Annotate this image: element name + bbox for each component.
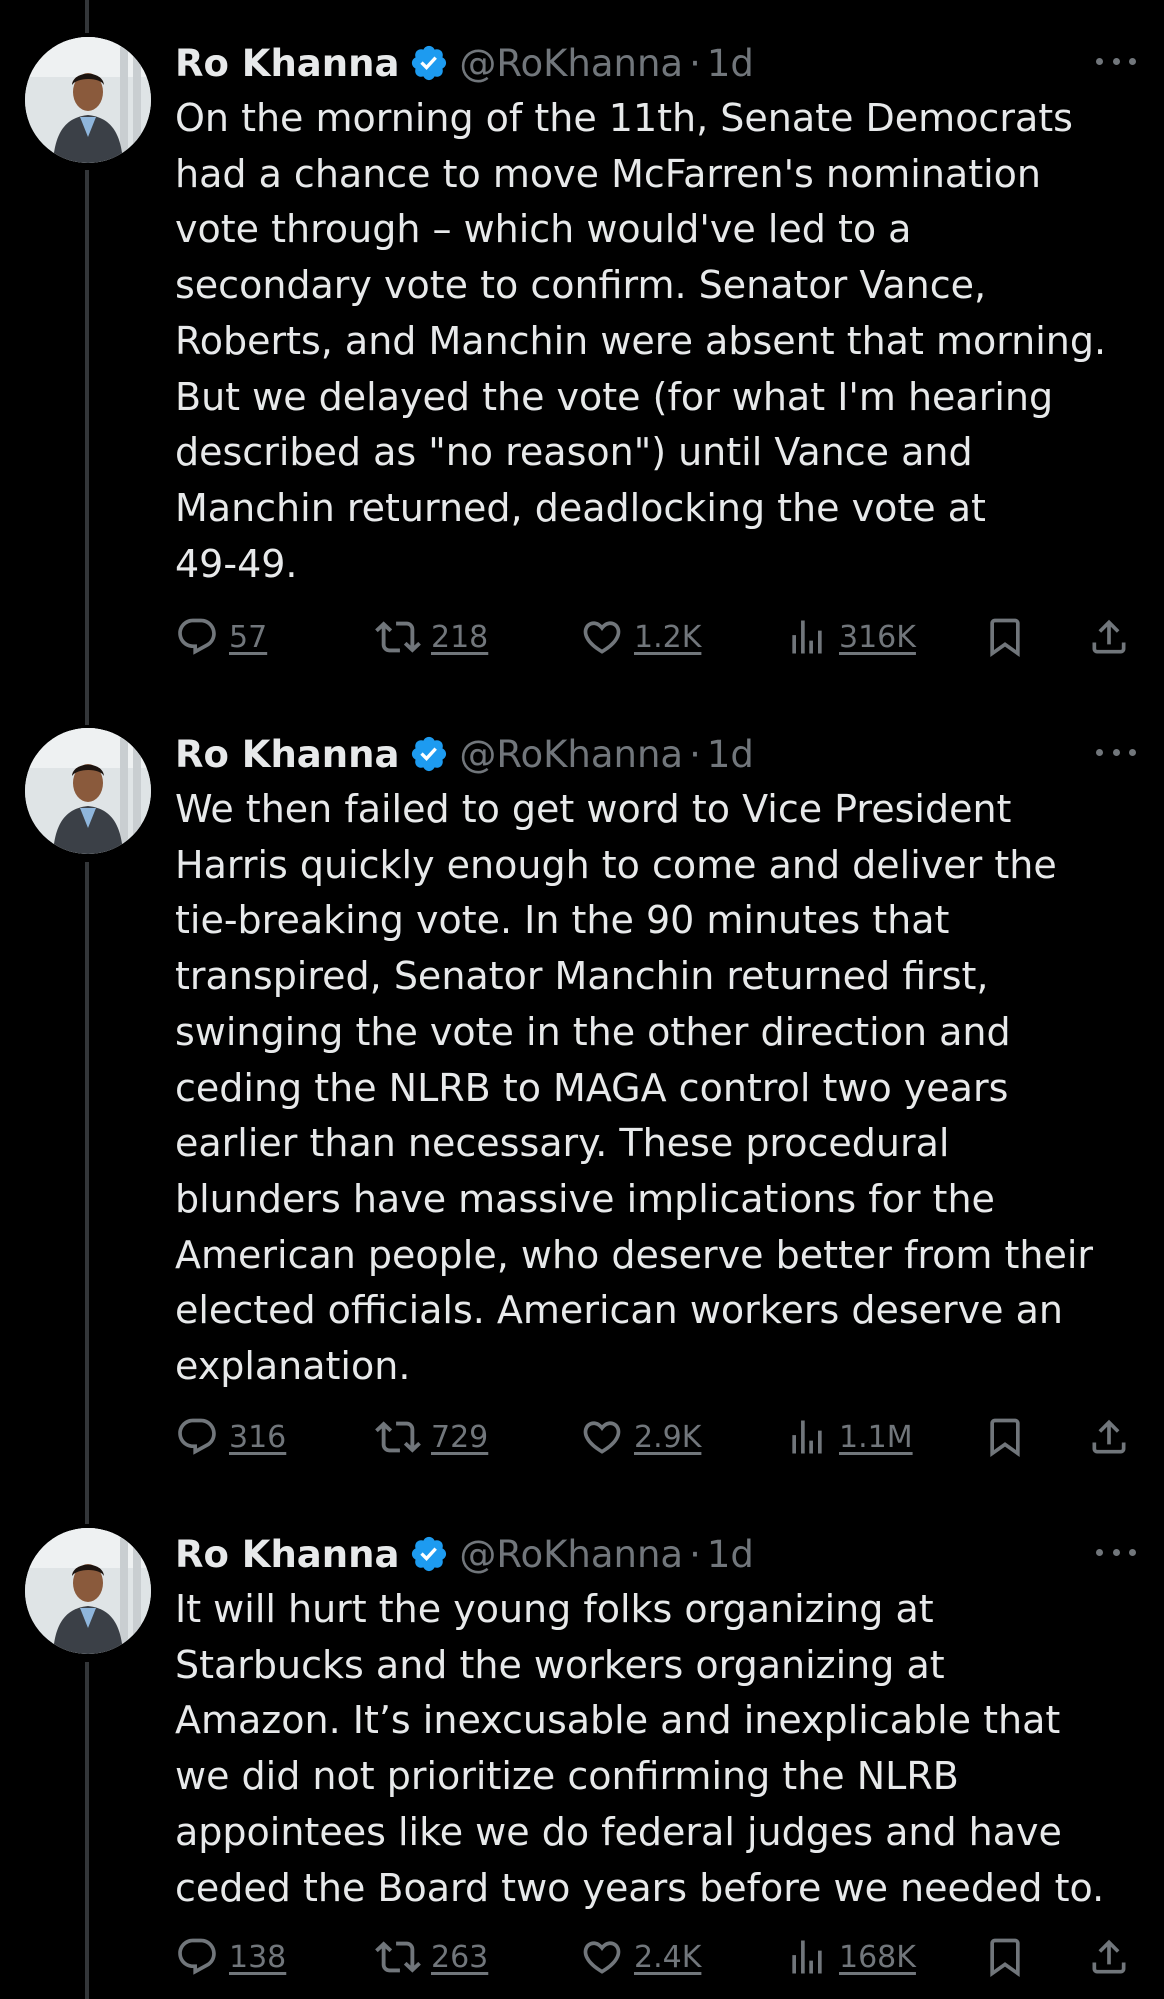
reply-button[interactable]: 316 xyxy=(175,1412,286,1462)
like-count: 2.9K xyxy=(634,1419,702,1455)
bookmark-button[interactable] xyxy=(983,1932,1027,1982)
separator-dot: · xyxy=(689,41,701,85)
share-icon xyxy=(1092,1419,1126,1454)
verified-badge-icon xyxy=(409,43,449,83)
repost-count: 218 xyxy=(431,619,489,655)
reply-button[interactable]: 138 xyxy=(175,1932,286,1982)
heart-icon xyxy=(583,1421,621,1454)
share-icon xyxy=(1092,1939,1126,1974)
timestamp[interactable]: 1d xyxy=(707,1533,754,1576)
separator-dot: · xyxy=(689,1532,701,1576)
author-handle[interactable]: @RoKhanna xyxy=(459,1533,683,1576)
more-icon[interactable] xyxy=(1096,1542,1136,1562)
views-icon xyxy=(792,620,822,654)
author-handle[interactable]: @RoKhanna xyxy=(459,42,683,85)
author-name[interactable]: Ro Khanna xyxy=(175,1533,399,1576)
repost-count: 729 xyxy=(431,1419,489,1455)
reply-button[interactable]: 57 xyxy=(175,612,267,662)
verified-badge-icon xyxy=(409,1534,449,1574)
view-count: 168K xyxy=(839,1939,916,1975)
repost-icon xyxy=(375,1941,421,1973)
bookmark-button[interactable] xyxy=(983,612,1027,662)
action-bar: 57 218 1.2K 316K xyxy=(175,612,1135,662)
avatar[interactable] xyxy=(25,1528,151,1654)
repost-count: 263 xyxy=(431,1939,489,1975)
timestamp[interactable]: 1d xyxy=(707,733,754,776)
like-button[interactable]: 2.4K xyxy=(580,1932,701,1982)
bookmark-icon xyxy=(990,618,1020,658)
bookmark-button[interactable] xyxy=(983,1412,1027,1462)
reply-icon xyxy=(178,1938,216,1975)
tweet-text: On the morning of the 11th, Senate Democ… xyxy=(175,96,1107,586)
share-button[interactable] xyxy=(1087,1932,1131,1982)
tweet-text: We then failed to get word to Vice Presi… xyxy=(175,787,1094,1389)
views-icon xyxy=(792,1420,822,1454)
reply-count: 138 xyxy=(229,1939,287,1975)
share-button[interactable] xyxy=(1087,1412,1131,1462)
action-bar: 316 729 2.9K 1.1M xyxy=(175,1412,1135,1462)
repost-icon xyxy=(375,621,421,653)
author-name[interactable]: Ro Khanna xyxy=(175,42,399,85)
more-icon[interactable] xyxy=(1096,742,1136,762)
views-button[interactable]: 1.1M xyxy=(785,1412,913,1462)
verified-badge-icon xyxy=(409,734,449,774)
repost-icon xyxy=(375,1421,421,1453)
like-button[interactable]: 1.2K xyxy=(580,612,701,662)
timestamp[interactable]: 1d xyxy=(707,42,754,85)
avatar-image xyxy=(25,728,151,854)
thread-line xyxy=(85,1662,89,1999)
reply-count: 316 xyxy=(229,1419,287,1455)
bookmark-icon xyxy=(990,1938,1020,1978)
reply-count: 57 xyxy=(229,619,268,655)
more-icon[interactable] xyxy=(1096,51,1136,71)
avatar[interactable] xyxy=(25,728,151,854)
views-button[interactable]: 168K xyxy=(785,1932,916,1982)
avatar-image xyxy=(25,37,151,163)
reply-icon xyxy=(178,1418,216,1455)
repost-button[interactable]: 729 xyxy=(375,1412,488,1462)
bookmark-icon xyxy=(990,1418,1020,1458)
avatar-image xyxy=(25,1528,151,1654)
share-icon xyxy=(1092,619,1126,654)
author-handle[interactable]: @RoKhanna xyxy=(459,733,683,776)
repost-button[interactable]: 218 xyxy=(375,612,488,662)
view-count: 316K xyxy=(839,619,916,655)
heart-icon xyxy=(583,621,621,654)
thread-line xyxy=(85,862,89,1524)
views-button[interactable]: 316K xyxy=(785,612,916,662)
avatar[interactable] xyxy=(25,37,151,163)
share-button[interactable] xyxy=(1087,612,1131,662)
author-name[interactable]: Ro Khanna xyxy=(175,733,399,776)
thread-line xyxy=(85,170,89,725)
views-icon xyxy=(792,1940,822,1974)
thread-line xyxy=(85,0,89,33)
like-count: 1.2K xyxy=(634,619,702,655)
repost-button[interactable]: 263 xyxy=(375,1932,488,1982)
like-button[interactable]: 2.9K xyxy=(580,1412,701,1462)
view-count: 1.1M xyxy=(839,1419,913,1455)
like-count: 2.4K xyxy=(634,1939,702,1975)
separator-dot: · xyxy=(689,732,701,776)
heart-icon xyxy=(583,1941,621,1974)
reply-icon xyxy=(178,618,216,655)
tweet-text: It will hurt the young folks organizing … xyxy=(175,1587,1105,1910)
action-bar: 138 263 2.4K 168K xyxy=(175,1932,1135,1982)
